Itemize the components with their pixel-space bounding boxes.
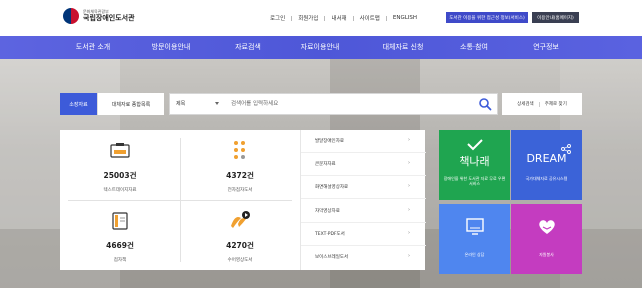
book-icon <box>112 212 128 230</box>
chevron-down-icon[interactable] <box>215 102 219 105</box>
stat-label: 텍스트데이지자료 <box>103 188 137 193</box>
tile-online-counsel[interactable]: 온라인 상담 <box>439 204 510 274</box>
stat-count: 4372건 <box>226 171 254 180</box>
daisy-icon <box>110 143 130 158</box>
stat-count: 4270건 <box>226 241 254 250</box>
nav-item-search[interactable]: 자료검색 <box>235 36 261 59</box>
stat-braille-book[interactable]: 4669건 점자책 <box>60 200 180 270</box>
stat-count: 25003건 <box>103 171 137 180</box>
list-item[interactable]: 발달장애인자료 › <box>301 130 426 153</box>
tile-title: DREAM <box>526 152 567 165</box>
library-logo[interactable]: 문화체육관광부 국립장애인도서관 <box>63 8 135 24</box>
braille-icon <box>234 141 245 159</box>
stat-label: 수어영상도서 <box>227 258 253 263</box>
search-field-select[interactable]: 제목 <box>176 94 185 114</box>
list-item[interactable]: TEXT·PDF도서 › <box>301 223 426 246</box>
sign-video-icon <box>231 211 250 228</box>
subject-search-link[interactable]: 주제로 찾기 <box>545 101 567 107</box>
tab-holdings[interactable]: 소장자료 <box>60 93 97 115</box>
list-item[interactable]: 큰문자자료 › <box>301 153 426 176</box>
chevron-right-icon: › <box>408 137 410 143</box>
stat-daisy[interactable]: 25003건 텍스트데이지자료 <box>60 130 180 200</box>
chevron-right-icon: › <box>408 207 410 213</box>
main-navigation: 도서관 소개 방문이용안내 자료검색 자료이용안내 대체자료 신청 소통·참여 … <box>0 36 642 59</box>
heart-hands-icon <box>539 220 555 234</box>
nav-item-about[interactable]: 도서관 소개 <box>76 36 110 59</box>
chevron-right-icon: › <box>408 183 410 189</box>
chevron-right-icon: › <box>408 230 410 236</box>
stat-label: 전자점자도서 <box>227 188 253 193</box>
tile-subtitle: 국가대체자료 공유시스템 <box>525 176 568 181</box>
stat-label: 점자책 <box>113 258 127 263</box>
list-item[interactable]: 자막영상자료 › <box>301 200 426 223</box>
search-side-links: 상세검색 주제로 찾기 <box>502 93 582 115</box>
collection-stats-panel: 25003건 텍스트데이지자료 4372건 전자점자도서 4669건 점자책 4… <box>60 130 300 270</box>
utility-links: 로그인 회원가입 내서재 사이트맵 ENGLISH <box>270 14 417 22</box>
english-link[interactable]: ENGLISH <box>393 15 417 21</box>
list-item[interactable]: 화면해설영상자료 › <box>301 176 426 199</box>
monitor-icon <box>466 218 484 235</box>
tab-alternative-catalog[interactable]: 대체자료 종합목록 <box>97 93 164 115</box>
sitemap-link[interactable]: 사이트맵 <box>360 14 380 22</box>
tile-dream[interactable]: DREAM 국가대체자료 공유시스템 <box>511 130 582 200</box>
nav-item-community[interactable]: 소통·참여 <box>460 36 488 59</box>
signup-link[interactable]: 회원가입 <box>298 14 318 22</box>
nav-item-request[interactable]: 대체자료 신청 <box>383 36 424 59</box>
material-type-list: 발달장애인자료 › 큰문자자료 › 화면해설영상자료 › 자막영상자료 › TEXT·P… <box>300 130 426 270</box>
top-bar: 문화체육관광부 국립장애인도서관 로그인 회원가입 내서재 사이트맵 ENGLI… <box>0 0 642 36</box>
nav-item-usage[interactable]: 자료이용안내 <box>301 36 340 59</box>
stat-sign-video[interactable]: 4270건 수어영상도서 <box>180 200 300 270</box>
nav-item-visit[interactable]: 방문이용안내 <box>152 36 191 59</box>
tile-volunteer[interactable]: 자원봉사 <box>511 204 582 274</box>
chevron-right-icon: › <box>408 253 410 259</box>
search-bar: 제목 <box>169 93 498 115</box>
login-link[interactable]: 로그인 <box>270 14 285 22</box>
tile-chaeknarae[interactable]: 책나래 장애인을 위한 도서관 자료 무료 우편서비스 <box>439 130 510 200</box>
search-icon[interactable] <box>478 97 492 111</box>
search-input[interactable] <box>231 97 451 111</box>
tile-title: 책나래 <box>459 155 490 168</box>
check-book-icon <box>467 139 483 151</box>
stat-count: 4669건 <box>106 241 134 250</box>
usage-guide-button[interactable]: 이용안내(홈페이지) <box>532 12 579 23</box>
my-library-link[interactable]: 내서재 <box>331 14 346 22</box>
logo-emblem-icon <box>63 8 79 24</box>
logo-title: 국립장애인도서관 <box>83 14 135 22</box>
accessibility-info-button[interactable]: 도서관 이용을 위한 접근성 정보(서비스) <box>446 12 528 23</box>
stat-braille-ebook[interactable]: 4372건 전자점자도서 <box>180 130 300 200</box>
tile-subtitle: 온라인 상담 <box>464 252 485 257</box>
tile-subtitle: 장애인을 위한 도서관 자료 무료 우편서비스 <box>443 176 506 187</box>
tile-subtitle: 자원봉사 <box>539 252 554 257</box>
advanced-search-link[interactable]: 상세검색 <box>517 101 534 107</box>
list-item[interactable]: 보이스브레일도서 › <box>301 246 426 269</box>
chevron-right-icon: › <box>408 160 410 166</box>
nav-item-research[interactable]: 연구정보 <box>533 36 559 59</box>
